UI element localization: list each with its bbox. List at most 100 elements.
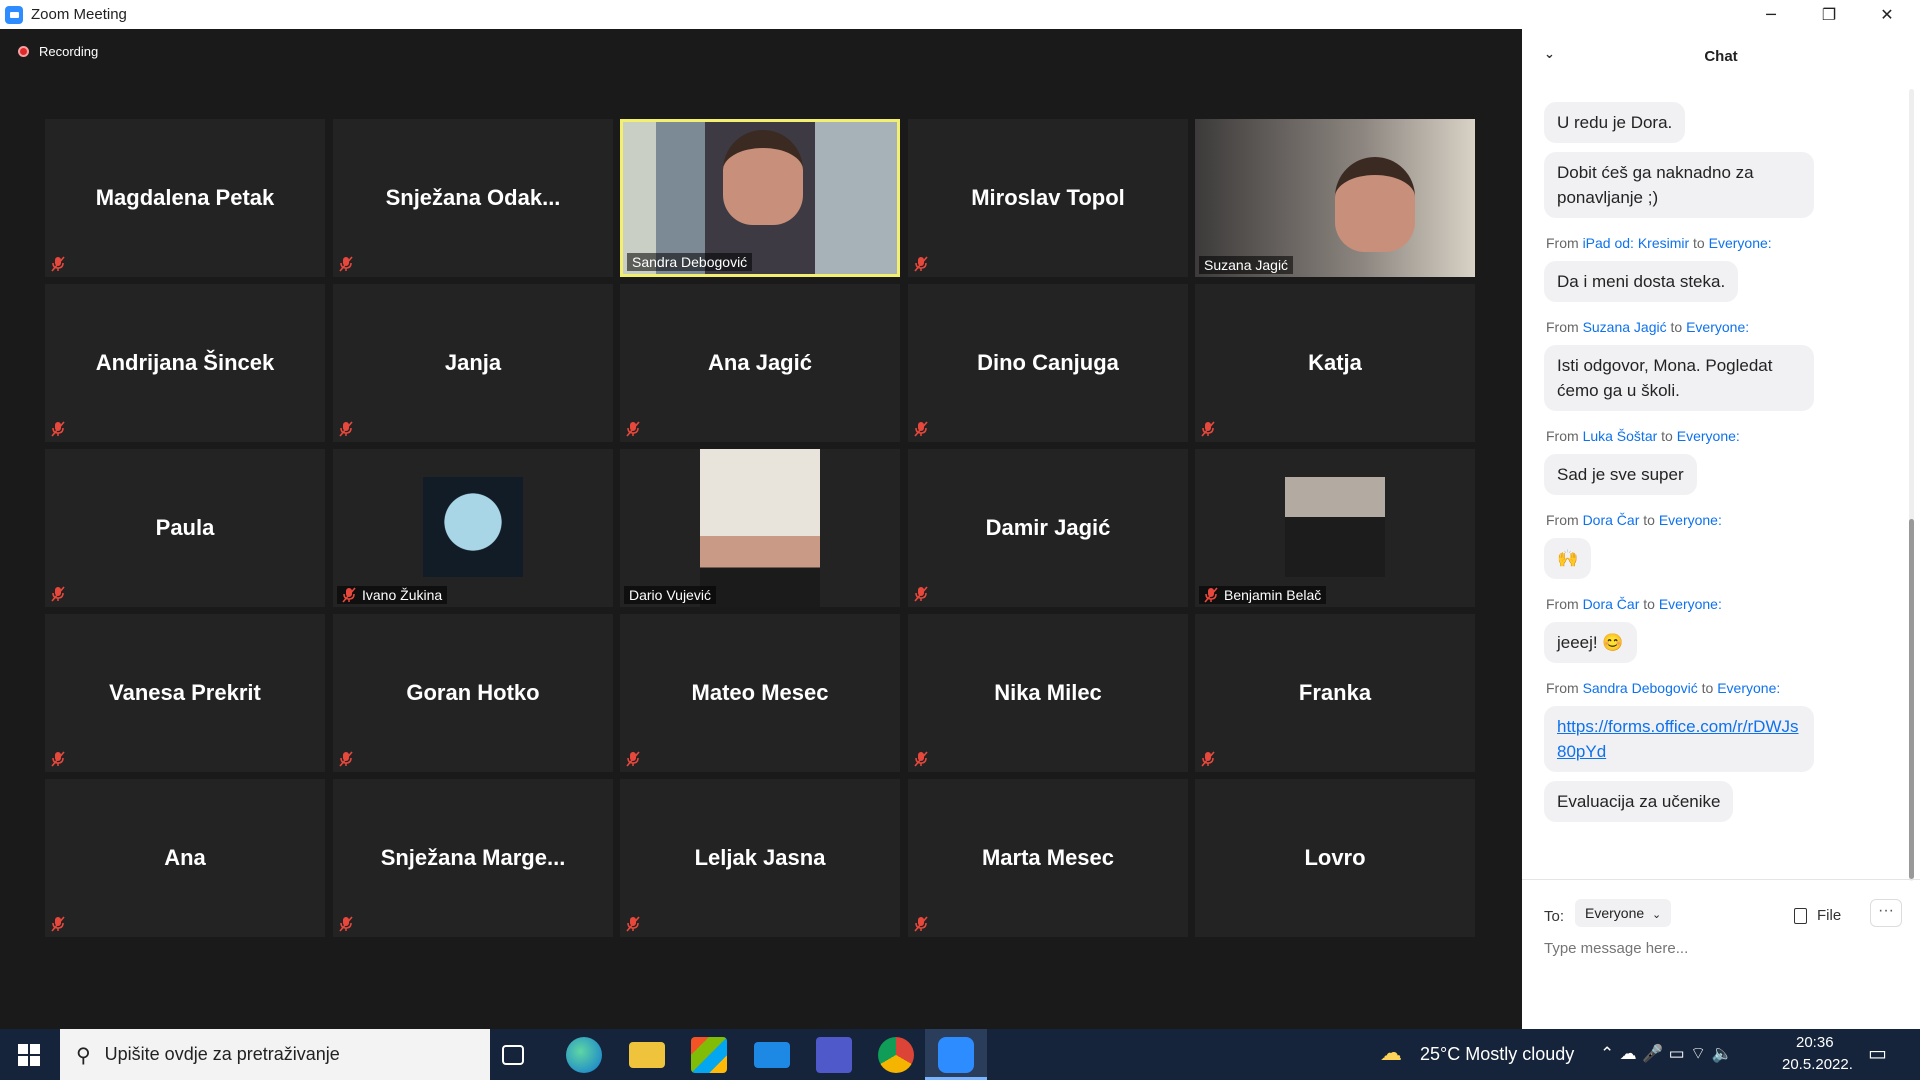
participant-tile[interactable]: Franka [1195,614,1475,772]
participant-avatar [1285,477,1385,577]
start-button[interactable] [18,1044,40,1066]
participant-tile[interactable]: Katja [1195,284,1475,442]
scrollbar-thumb[interactable] [1909,519,1914,879]
file-button[interactable]: File [1794,907,1841,924]
participant-name-label: Ivano Žukina [337,586,448,604]
recipient-select[interactable]: Everyone ⌄ [1575,899,1672,927]
participant-tile[interactable]: Ivano Žukina [333,449,613,607]
muted-mic-icon [914,586,928,602]
participant-tile[interactable]: Snježana Marge... [333,779,613,937]
chrome-icon[interactable] [878,1037,914,1073]
participant-name: Paula [155,515,215,540]
participant-name-label: Benjamin Belač [1199,586,1327,604]
weather-text[interactable]: 25°C Mostly cloudy [1420,1044,1574,1065]
participant-tile[interactable]: Marta Mesec [908,779,1188,937]
participant-video [1195,119,1475,277]
store-icon[interactable] [691,1037,727,1073]
muted-mic-icon [914,256,928,272]
participant-name: Franka [1298,680,1372,705]
participant-tile[interactable]: Paula [45,449,325,607]
muted-mic-icon [1204,587,1218,603]
close-button[interactable]: ✕ [1858,0,1916,29]
muted-mic-icon [51,256,65,272]
participant-tile[interactable]: Ana [45,779,325,937]
participant-tile[interactable]: Janja [333,284,613,442]
participant-video [620,449,900,607]
participant-name: Damir Jagić [985,515,1111,540]
participant-tile[interactable]: Damir Jagić [908,449,1188,607]
participant-tile[interactable]: Goran Hotko [333,614,613,772]
participant-name: Miroslav Topol [971,185,1125,210]
notifications-icon[interactable]: ▭ [1868,1041,1887,1065]
participant-tile[interactable]: Magdalena Petak [45,119,325,277]
search-placeholder: Upišite ovdje za pretraživanje [104,1044,340,1064]
zoom-taskbar-button[interactable] [925,1029,987,1080]
chat-scrollbar[interactable] [1909,89,1914,881]
recipient-value: Everyone [1585,905,1645,921]
system-tray-icons[interactable]: ⌃ ☁ 🎤 ▭ ⌔ 🔈 [1600,1043,1733,1064]
chat-message-bubble[interactable]: https://forms.office.com/r/rDWJs80pYd [1544,706,1814,772]
participant-tile[interactable]: Suzana Jagić [1195,119,1475,277]
file-explorer-icon[interactable] [629,1042,665,1068]
file-label: File [1817,907,1842,924]
participant-tile[interactable]: Vanesa Prekrit [45,614,325,772]
muted-mic-icon [626,916,640,932]
participant-face [723,130,803,225]
participant-tile[interactable]: Lovro [1195,779,1475,937]
teams-icon[interactable] [816,1037,852,1073]
message-input[interactable] [1544,940,1884,957]
recording-label: Recording [39,44,99,59]
participant-tile[interactable]: Snježana Odak... [333,119,613,277]
clock-time[interactable]: 20:36 [1796,1034,1834,1051]
taskbar-search[interactable]: ⚲ Upišite ovdje za pretraživanje [60,1029,490,1080]
restore-button[interactable]: ❐ [1800,0,1858,29]
participant-tile[interactable]: Miroslav Topol [908,119,1188,277]
muted-mic-icon [339,751,353,767]
muted-mic-icon [339,916,353,932]
participant-avatar [423,477,523,577]
title-bar: Zoom Meeting ─ ❐ ✕ [0,0,1920,29]
recording-indicator[interactable]: Recording [18,44,98,59]
chat-message-bubble: Da i meni dosta steka. [1544,261,1739,302]
search-icon: ⚲ [76,1042,91,1067]
message-sender-line: From Suzana Jagić to Everyone: [1546,319,1750,335]
participant-tile[interactable]: Dino Canjuga [908,284,1188,442]
more-options-button[interactable]: ··· [1870,899,1902,927]
chevron-down-icon: ⌄ [1652,908,1662,921]
participant-tile[interactable]: Nika Milec [908,614,1188,772]
participant-tile[interactable]: Benjamin Belač [1195,449,1475,607]
participant-name: Marta Mesec [981,845,1115,870]
mail-icon[interactable] [754,1042,790,1068]
chat-message-bubble: jeeej! 😊 [1544,622,1637,663]
chat-header: ⌄ Chat [1522,29,1920,84]
muted-mic-icon [1201,751,1215,767]
to-label: To: [1544,908,1565,925]
message-sender-line: From iPad od: Kresimir to Everyone: [1546,235,1772,251]
task-view-icon[interactable] [502,1045,524,1065]
participant-name-label: Dario Vujević [624,586,716,604]
minimize-button[interactable]: ─ [1742,0,1800,29]
meeting-gallery: Recording Magdalena Petak Snježana Odak..… [0,29,1520,1029]
participant-name: Goran Hotko [406,680,540,705]
participant-tile[interactable]: Dario Vujević [620,449,900,607]
edge-icon[interactable] [566,1037,602,1073]
participant-tile[interactable]: Mateo Mesec [620,614,900,772]
window-title: Zoom Meeting [31,6,127,23]
participant-tile[interactable]: Ana Jagić [620,284,900,442]
participant-name: Andrijana Šincek [95,350,275,375]
chevron-down-icon[interactable]: ⌄ [1544,47,1555,62]
muted-mic-icon [914,916,928,932]
clock-date[interactable]: 20.5.2022. [1782,1056,1853,1073]
participant-name-label: Suzana Jagić [1199,256,1294,274]
participant-tile[interactable]: Sandra Debogović [620,119,900,277]
muted-mic-icon [51,421,65,437]
zoom-app-icon [938,1037,974,1073]
participant-name-label: Sandra Debogović [627,253,753,271]
participant-name: Janja [444,350,502,375]
muted-mic-icon [51,751,65,767]
participant-tile[interactable]: Leljak Jasna [620,779,900,937]
chat-messages: U redu je Dora. Dobit ćeš ga naknadno za … [1522,84,1920,884]
participant-tile[interactable]: Andrijana Šincek [45,284,325,442]
message-link[interactable]: https://forms.office.com/r/rDWJs80pYd [1557,717,1799,761]
chat-message-bubble: U redu je Dora. [1544,102,1686,143]
